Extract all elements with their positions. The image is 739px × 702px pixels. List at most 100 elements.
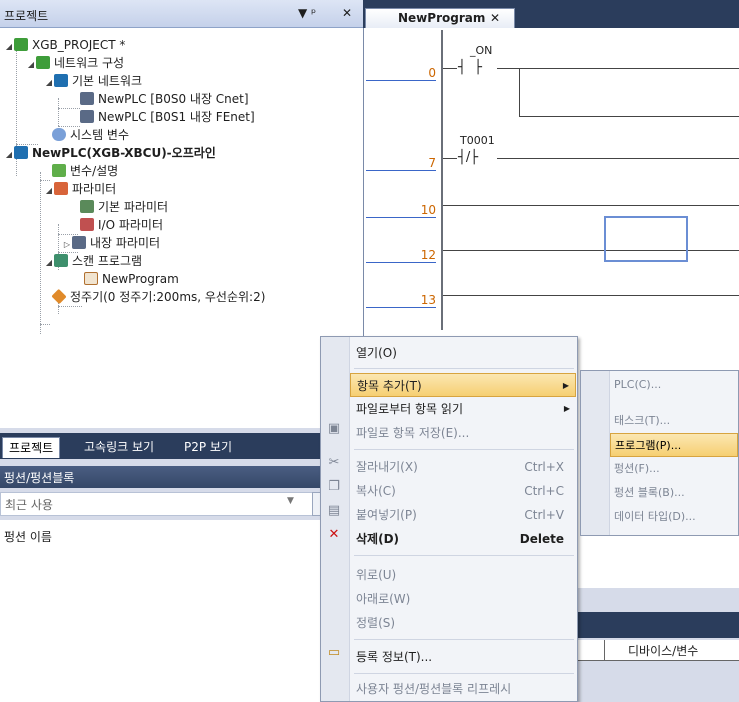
expand-arrow-icon[interactable]: ◢ [26, 56, 36, 74]
menu-item-move-up[interactable]: 위로(U) [350, 563, 576, 587]
tree-item-basic-network[interactable]: ◢ 기본 네트워크 [44, 72, 142, 90]
tree-item-plc-offline[interactable]: ◢ NewPLC(XGB-XBCU)-오프라인 [4, 144, 216, 162]
menu-item-move-down[interactable]: 아래로(W) [350, 587, 576, 611]
cell-cursor [604, 216, 688, 262]
plc-icon [14, 146, 28, 159]
project-icon [14, 38, 28, 51]
project-panel-tabs: 프로젝트 고속링크 보기 P2P 보기 [0, 433, 363, 459]
expand-arrow-icon[interactable]: ◢ [44, 254, 54, 272]
rung-number: 10 [366, 203, 436, 218]
scan-program-icon [54, 254, 68, 267]
submenu-item-function[interactable]: 펑션(F)... [610, 457, 738, 481]
submenu-item-plc[interactable]: PLC(C)... [610, 373, 738, 397]
rung-wire [497, 68, 739, 69]
rung-wire [497, 158, 739, 159]
menu-item-sort[interactable]: 정렬(S) [350, 611, 576, 635]
expand-arrow-icon[interactable]: ◢ [4, 38, 14, 56]
rung-number: 0 [366, 66, 436, 81]
submenu-item-data-type[interactable]: 데이터 타입(D)... [610, 505, 738, 529]
tree-item-periodic-task[interactable]: 정주기(0 정주기:200ms, 우선순위:2) [51, 288, 265, 306]
context-menu: 열기(O) 항목 추가(T) ▶ 파일로부터 항목 읽기 ▶ ▣ 파일로 항목 저장(… [320, 336, 578, 702]
tree-item-parameters[interactable]: ◢ 파라미터 [44, 180, 116, 198]
save-icon: ▣ [327, 421, 341, 436]
expand-arrow-icon[interactable]: ◢ [44, 74, 54, 92]
device-variable-column[interactable]: 디바이스/변수 [628, 642, 698, 659]
copy-icon: ❐ [328, 479, 340, 494]
paste-icon: ▤ [327, 503, 341, 518]
expand-arrow-icon[interactable]: ◢ [4, 146, 14, 164]
menu-item-copy[interactable]: ❐ 복사(C) Ctrl+C [328, 479, 576, 503]
tab-project[interactable]: 프로젝트 [2, 437, 61, 458]
tree-item-basic-params[interactable]: 기본 파라미터 [80, 198, 168, 216]
menu-item-open[interactable]: 열기(O) [350, 341, 576, 365]
rung-number: 7 [366, 156, 436, 171]
network-module-icon [54, 74, 68, 87]
builtin-parameter-icon [72, 236, 86, 249]
chevron-down-icon: ▼ [287, 496, 294, 506]
function-name-header: 펑션 이름 [4, 530, 52, 544]
tree-item-system-vars[interactable]: 시스템 변수 [52, 126, 129, 144]
rung-number: 12 [366, 248, 436, 263]
rung-wire [519, 116, 739, 117]
close-icon[interactable]: ✕ [490, 11, 500, 25]
menu-item-refresh-user-functions[interactable]: 사용자 펑션/펑션블록 리프레시 [350, 677, 576, 701]
tree-item-root[interactable]: ◢ XGB_PROJECT * [4, 36, 125, 54]
submenu-arrow-icon: ▶ [562, 381, 569, 390]
menu-item-cut[interactable]: ✂ 잘라내기(X) Ctrl+X [329, 455, 576, 479]
variable-table-icon [52, 164, 66, 177]
close-panel-button[interactable]: ✕ [342, 6, 352, 20]
cut-icon: ✂ [328, 455, 340, 470]
recent-use-combobox[interactable]: 최근 사용 ▼ [0, 492, 320, 516]
tab-new-program[interactable]: NewProgram ✕ [365, 8, 515, 28]
rung-wire [443, 205, 739, 206]
normally-closed-contact-icon[interactable]: ┤/├ [458, 150, 496, 166]
submenu-arrow-icon: ▶ [563, 404, 570, 413]
normally-open-contact-icon[interactable]: ┤ ├ [458, 60, 496, 76]
fenet-icon [80, 110, 94, 123]
function-list: 펑션 이름 [0, 520, 363, 702]
tree-item-var-desc[interactable]: 변수/설명 [52, 162, 118, 180]
tree-item-network-config[interactable]: ◢ 네트워크 구성 [26, 54, 124, 72]
contact-label: T0001 [460, 134, 495, 147]
menu-item-save-to-file[interactable]: ▣ 파일로 항목 저장(E)... [328, 421, 576, 445]
menu-item-properties[interactable]: ▭ 등록 정보(T)... [328, 645, 576, 669]
project-tree: ◢ XGB_PROJECT * ◢ 네트워크 구성 ◢ 기본 네트워크 NewPLC … [0, 28, 363, 428]
rung-wire [443, 250, 739, 251]
rung-wire [443, 295, 739, 296]
rung-wire [443, 158, 457, 159]
menu-item-read-from-file[interactable]: 파일로부터 항목 읽기 ▶ [350, 397, 576, 421]
menu-item-paste[interactable]: ▤ 붙여넣기(P) Ctrl+V [328, 503, 576, 527]
project-panel-title: 프로젝트 [4, 9, 49, 23]
function-block-panel-title: 펑션/펑션블록 [4, 471, 75, 485]
pin-icon[interactable]: ▼ ᵖ [298, 6, 316, 20]
parameter-file-icon [80, 200, 94, 213]
task-icon [51, 288, 67, 305]
tree-item-scan-program[interactable]: ◢ 스캔 프로그램 [44, 252, 142, 270]
function-block-panel-header: 펑션/펑션블록 [0, 466, 363, 488]
submenu-item-function-block[interactable]: 펑션 블록(B)... [610, 481, 738, 505]
expand-arrow-icon[interactable]: ◢ [44, 182, 54, 200]
tab-p2p[interactable]: P2P 보기 [178, 437, 238, 457]
io-parameter-icon [80, 218, 94, 231]
menu-item-add-item[interactable]: 항목 추가(T) ▶ [350, 373, 576, 397]
contact-label: _ON [470, 44, 493, 57]
tree-item-new-program[interactable]: NewProgram [84, 270, 179, 288]
project-panel-header: 프로젝트 ▼ ᵖ ✕ [0, 0, 363, 28]
submenu-item-program[interactable]: 프로그램(P)... [610, 433, 738, 457]
delete-icon: ✕ [328, 527, 340, 542]
properties-icon: ▭ [327, 645, 341, 660]
add-item-submenu: PLC(C)... 태스크(T)... 프로그램(P)... 펑션(F)... … [580, 370, 739, 536]
parameter-icon [54, 182, 68, 195]
tree-item-io-params[interactable]: I/O 파라미터 [80, 216, 163, 234]
tab-highspeed-link[interactable]: 고속링크 보기 [78, 437, 160, 457]
tree-item-plc-fenet[interactable]: NewPLC [B0S1 내장 FEnet] [80, 108, 255, 126]
network-icon [36, 56, 50, 69]
tree-item-plc-cnet[interactable]: NewPLC [B0S0 내장 Cnet] [80, 90, 249, 108]
system-variables-icon [52, 128, 66, 141]
rung-wire [443, 68, 457, 69]
program-icon [84, 272, 98, 285]
tree-item-builtin-params[interactable]: ▷ 내장 파라미터 [62, 234, 160, 252]
menu-item-delete[interactable]: ✕ 삭제(D) Delete [329, 527, 576, 551]
submenu-item-task[interactable]: 태스크(T)... [610, 409, 738, 433]
cnet-icon [80, 92, 94, 105]
